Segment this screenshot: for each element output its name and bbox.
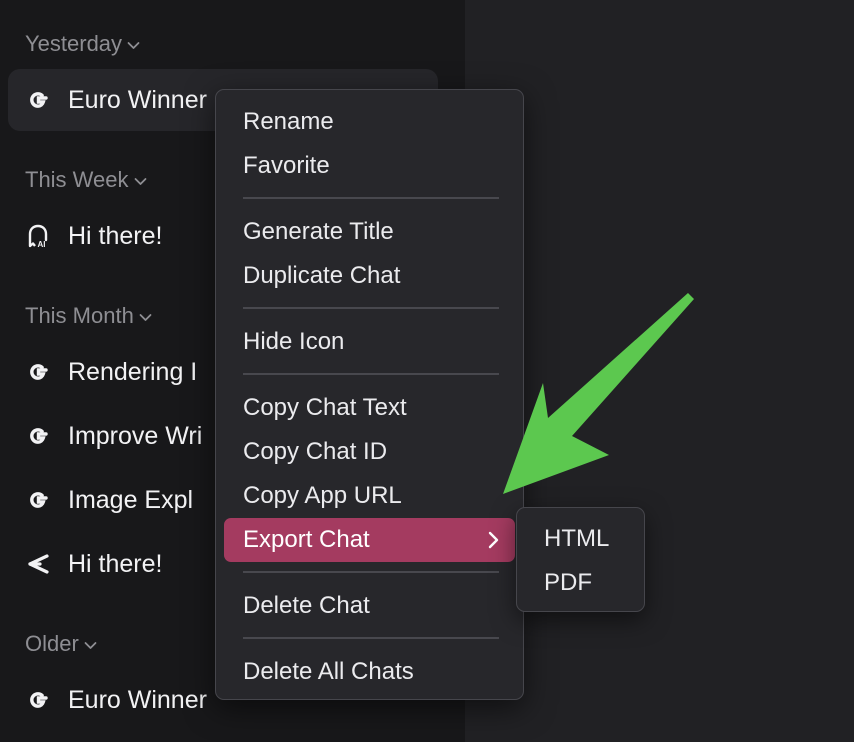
chat-item-label: Euro Winner: [68, 685, 207, 714]
google-icon: [23, 485, 53, 515]
chat-item-label: Rendering I: [68, 357, 198, 386]
menu-separator: [243, 373, 499, 375]
google-icon: [23, 85, 53, 115]
chevron-down-icon: [84, 641, 97, 649]
menu-separator: [243, 637, 499, 639]
menu-item-hide-icon[interactable]: Hide Icon: [224, 320, 515, 364]
google-icon: [23, 685, 53, 715]
menu-item-delete-chat[interactable]: Delete Chat: [224, 584, 515, 628]
svg-text:AI: AI: [38, 240, 46, 249]
export-pdf-option[interactable]: PDF: [525, 561, 636, 605]
chat-item-label: Image Expl: [68, 485, 194, 514]
chat-item-label: Improve Wri: [68, 421, 203, 450]
export-submenu: HTML PDF: [516, 507, 645, 612]
section-header-this-month[interactable]: This Month: [25, 302, 152, 330]
chat-item-label: Euro Winner: [68, 85, 207, 114]
section-header-this-week[interactable]: This Week: [25, 166, 147, 194]
menu-item-duplicate-chat[interactable]: Duplicate Chat: [224, 254, 515, 298]
menu-item-rename[interactable]: Rename: [224, 100, 515, 144]
export-html-option[interactable]: HTML: [525, 517, 636, 561]
menu-item-copy-chat-text[interactable]: Copy Chat Text: [224, 386, 515, 430]
google-icon: [23, 357, 53, 387]
google-icon: [23, 421, 53, 451]
menu-separator: [243, 307, 499, 309]
section-header-yesterday[interactable]: Yesterday: [25, 30, 140, 58]
menu-separator: [243, 197, 499, 199]
menu-item-delete-all-chats[interactable]: Delete All Chats: [224, 650, 515, 694]
chevron-down-icon: [139, 313, 152, 321]
chat-context-menu: Rename Favorite Generate Title Duplicate…: [215, 89, 524, 700]
menu-item-export-chat[interactable]: Export Chat: [224, 518, 515, 562]
menu-item-generate-title[interactable]: Generate Title: [224, 210, 515, 254]
menu-item-favorite[interactable]: Favorite: [224, 144, 515, 188]
chevron-down-icon: [127, 41, 140, 49]
menu-item-copy-chat-id[interactable]: Copy Chat ID: [224, 430, 515, 474]
section-header-older[interactable]: Older: [25, 630, 97, 658]
chat-item-label: Hi there!: [68, 549, 163, 578]
menu-item-copy-app-url[interactable]: Copy App URL: [224, 474, 515, 518]
chevron-right-icon: [488, 531, 499, 549]
ai-ghost-icon: AI: [23, 221, 53, 251]
chat-item-label: Hi there!: [68, 221, 163, 250]
menu-separator: [243, 571, 499, 573]
share-arrow-icon: [23, 549, 53, 579]
chevron-down-icon: [134, 177, 146, 185]
